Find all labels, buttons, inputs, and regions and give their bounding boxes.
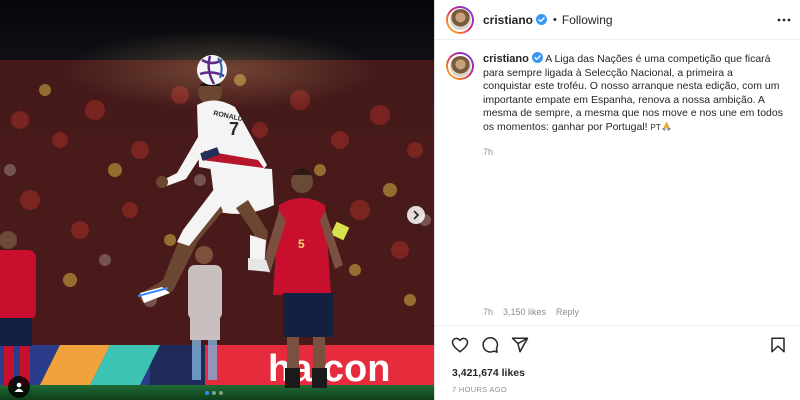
- instagram-post: halcon 5 7 RONALDO cristiano • Following…: [0, 0, 800, 400]
- post-photo: halcon 5 7 RONALDO: [0, 0, 434, 400]
- comment-button[interactable]: [481, 336, 499, 354]
- carousel-dot: [212, 391, 216, 395]
- action-bar: [435, 325, 800, 363]
- post-media[interactable]: halcon 5 7 RONALDO: [0, 0, 434, 400]
- caption-body: cristiano A Liga das Nações é uma compet…: [483, 52, 783, 135]
- reply-button[interactable]: Reply: [556, 307, 579, 317]
- caption-username[interactable]: cristiano: [483, 53, 529, 65]
- caption-avatar[interactable]: [446, 52, 474, 80]
- caption-meta-time: 7h: [483, 307, 494, 317]
- heart-icon: [451, 337, 469, 353]
- carousel-indicator: [205, 391, 223, 395]
- separator-dot: •: [553, 13, 557, 26]
- caption-meta-row: 7h 3,150 likes Reply: [483, 307, 579, 317]
- following-button[interactable]: Following: [562, 13, 613, 27]
- verified-badge-icon: [536, 14, 548, 25]
- caption: cristiano A Liga das Nações é uma compet…: [446, 52, 792, 135]
- share-icon: [511, 337, 529, 353]
- more-options-icon[interactable]: [777, 13, 791, 27]
- verified-badge-icon: [531, 52, 543, 63]
- match-ball: [197, 55, 227, 85]
- carousel-dot: [219, 391, 223, 395]
- caption-timestamp: 7h: [483, 147, 494, 157]
- comment-icon: [482, 336, 499, 353]
- post-header: cristiano • Following: [435, 0, 800, 40]
- avatar[interactable]: [446, 5, 474, 34]
- user-tag-icon: [14, 382, 24, 392]
- flag-text: PT: [650, 122, 661, 132]
- bookmark-icon: [771, 337, 785, 353]
- carousel-dot: [205, 391, 209, 395]
- profile-picture: [449, 9, 471, 30]
- header-username[interactable]: cristiano: [483, 13, 533, 27]
- chevron-right-icon: [413, 210, 420, 220]
- like-count[interactable]: 3,421,674 likes: [452, 367, 525, 379]
- save-button[interactable]: [769, 336, 787, 354]
- praying-hands-icon: [661, 121, 671, 131]
- like-button[interactable]: [451, 336, 469, 354]
- carousel-next-button[interactable]: [407, 206, 425, 224]
- share-button[interactable]: [511, 336, 529, 354]
- opponent-jersey-number: 5: [298, 237, 305, 251]
- post-side-panel: cristiano • Following cristiano A Liga d…: [434, 0, 800, 400]
- tagged-users-button[interactable]: [8, 376, 30, 398]
- post-timestamp: 7 HOURS AGO: [452, 385, 507, 394]
- caption-profile-picture: [449, 55, 471, 77]
- caption-meta-likes[interactable]: 3,150 likes: [503, 307, 546, 317]
